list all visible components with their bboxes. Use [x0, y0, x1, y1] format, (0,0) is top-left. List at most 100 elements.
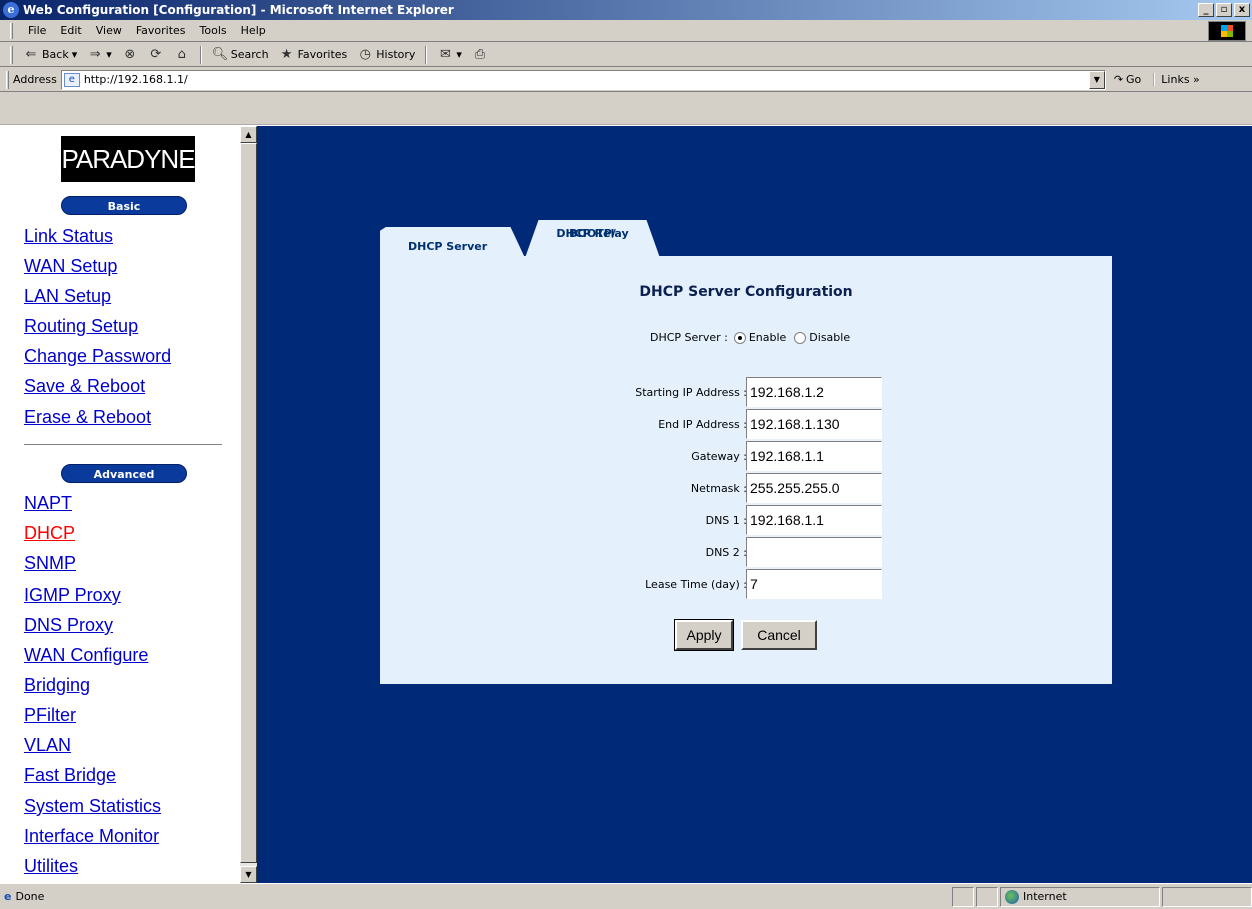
nav-dns-proxy[interactable]: DNS Proxy [24, 615, 113, 636]
security-zone[interactable]: Internet [1000, 886, 1160, 907]
address-label: Address [13, 73, 57, 86]
window-controls: _ ▫ x [1198, 3, 1250, 17]
dns2-input[interactable] [746, 537, 882, 567]
toolbar-grip[interactable] [10, 45, 13, 64]
netmask-input[interactable] [746, 473, 882, 503]
tab-bootp-label: BOOTP/DHCP Relay [525, 224, 660, 240]
nav-napt[interactable]: NAPT [24, 493, 72, 514]
nav-erase-reboot[interactable]: Erase & Reboot [24, 407, 151, 428]
tab-bootp-dhcp-relay[interactable]: BOOTP/DHCP Relay [525, 220, 660, 258]
panel-title: DHCP Server Configuration [639, 284, 853, 300]
nav-wan-setup[interactable]: WAN Setup [24, 256, 117, 277]
basic-heading: Basic [61, 196, 187, 215]
history-icon: ◷ [359, 46, 371, 62]
search-button[interactable]: 🔍︎ Search [208, 45, 273, 65]
scroll-thumb[interactable] [240, 143, 257, 863]
lease-time-row: Lease Time (day) : [380, 569, 1112, 599]
favorites-button[interactable]: ★ Favorites [275, 45, 352, 65]
nav-vlan[interactable]: VLAN [24, 735, 71, 756]
enable-radio[interactable] [733, 331, 746, 344]
close-button[interactable]: x [1234, 3, 1250, 17]
menu-file[interactable]: File [21, 24, 53, 37]
frame-border [0, 93, 1252, 126]
stop-button[interactable]: ⊗ [118, 45, 142, 65]
home-button[interactable]: ⌂ [170, 45, 194, 65]
sidebar-scrollbar[interactable]: ▲ ▼ [240, 126, 257, 883]
nav-wan-configure[interactable]: WAN Configure [24, 645, 148, 666]
favorites-icon: ★ [280, 46, 293, 62]
menu-help[interactable]: Help [234, 24, 273, 37]
back-button[interactable]: ⇐ Back ▾ [19, 45, 81, 65]
nav-snmp[interactable]: SNMP [24, 553, 76, 574]
gateway-input[interactable] [746, 441, 882, 471]
address-bar: Address e http://192.168.1.1/ ▼ ↷ Go Lin… [0, 68, 1252, 92]
end-ip-label: End IP Address : [658, 418, 747, 431]
address-url[interactable]: http://192.168.1.1/ [84, 73, 188, 86]
links-button[interactable]: Links » [1153, 73, 1200, 86]
refresh-icon: ⟳ [150, 46, 162, 62]
disable-label[interactable]: Disable [809, 331, 850, 344]
status-panel-2 [976, 886, 998, 907]
chevron-down-icon[interactable]: ▾ [106, 48, 112, 61]
minimize-button[interactable]: _ [1198, 3, 1214, 17]
nav-bridging[interactable]: Bridging [24, 675, 90, 696]
starting-ip-input[interactable] [746, 377, 882, 407]
nav-system-statistics[interactable]: System Statistics [24, 796, 161, 817]
chevron-down-icon[interactable]: ▾ [72, 48, 78, 61]
scroll-up-arrow-icon[interactable]: ▲ [240, 126, 257, 143]
address-dropdown-button[interactable]: ▼ [1088, 70, 1105, 89]
menu-view[interactable]: View [89, 24, 129, 37]
go-button[interactable]: ↷ Go [1114, 73, 1141, 86]
nav-lan-setup[interactable]: LAN Setup [24, 286, 111, 307]
stop-icon: ⊗ [124, 46, 136, 62]
sidebar-divider [24, 444, 222, 446]
nav-fast-bridge[interactable]: Fast Bridge [24, 765, 116, 786]
gateway-row: Gateway : [380, 441, 1112, 471]
lease-time-label: Lease Time (day) : [645, 578, 747, 591]
advanced-heading: Advanced [61, 464, 187, 483]
mail-button[interactable]: ✉ ▾ [433, 45, 466, 65]
history-button[interactable]: ◷ History [353, 45, 419, 65]
enable-label[interactable]: Enable [749, 331, 786, 344]
netmask-label: Netmask : [690, 482, 747, 495]
tab-dhcp-server[interactable]: DHCP Server [380, 227, 525, 258]
apply-button[interactable]: Apply [674, 619, 734, 651]
nav-utilites[interactable]: Utilites [24, 856, 78, 877]
nav-change-password[interactable]: Change Password [24, 346, 171, 367]
refresh-button[interactable]: ⟳ [144, 45, 168, 65]
status-panel-1 [952, 886, 974, 907]
forward-button[interactable]: ⇒ ▾ [83, 45, 116, 65]
gateway-label: Gateway : [691, 450, 747, 463]
menu-favorites[interactable]: Favorites [129, 24, 193, 37]
toolbar-grip[interactable] [6, 70, 9, 89]
nav-link-status[interactable]: Link Status [24, 226, 113, 247]
lease-time-input[interactable] [746, 569, 882, 599]
mail-icon: ✉ [439, 46, 451, 62]
scroll-down-arrow-icon[interactable]: ▼ [240, 866, 257, 883]
nav-save-reboot[interactable]: Save & Reboot [24, 376, 145, 397]
menu-edit[interactable]: Edit [53, 24, 88, 37]
nav-routing-setup[interactable]: Routing Setup [24, 316, 138, 337]
back-label: Back [42, 48, 69, 61]
nav-interface-monitor[interactable]: Interface Monitor [24, 826, 159, 847]
menu-tools[interactable]: Tools [193, 24, 234, 37]
dns1-input[interactable] [746, 505, 882, 535]
print-icon: ⎙ [474, 46, 486, 62]
nav-igmp-proxy[interactable]: IGMP Proxy [24, 585, 121, 606]
end-ip-row: End IP Address : [380, 409, 1112, 439]
toolbar-grip[interactable] [10, 22, 13, 39]
title-bar: e Web Configuration [Configuration] - Mi… [0, 0, 1252, 20]
nav-pfilter[interactable]: PFilter [24, 705, 76, 726]
dns2-label: DNS 2 : [705, 546, 747, 559]
disable-radio[interactable] [794, 331, 807, 344]
chevron-down-icon[interactable]: ▾ [456, 48, 462, 61]
address-input[interactable]: e http://192.168.1.1/ ▼ [60, 69, 1106, 90]
menu-bar: File Edit View Favorites Tools Help [0, 20, 1252, 42]
print-button[interactable]: ⎙ [468, 45, 492, 65]
nav-dhcp[interactable]: DHCP [24, 523, 75, 544]
cancel-button[interactable]: Cancel [741, 620, 817, 650]
netmask-row: Netmask : [380, 473, 1112, 503]
maximize-button[interactable]: ▫ [1216, 3, 1232, 17]
end-ip-input[interactable] [746, 409, 882, 439]
internet-zone-icon [1005, 889, 1019, 904]
